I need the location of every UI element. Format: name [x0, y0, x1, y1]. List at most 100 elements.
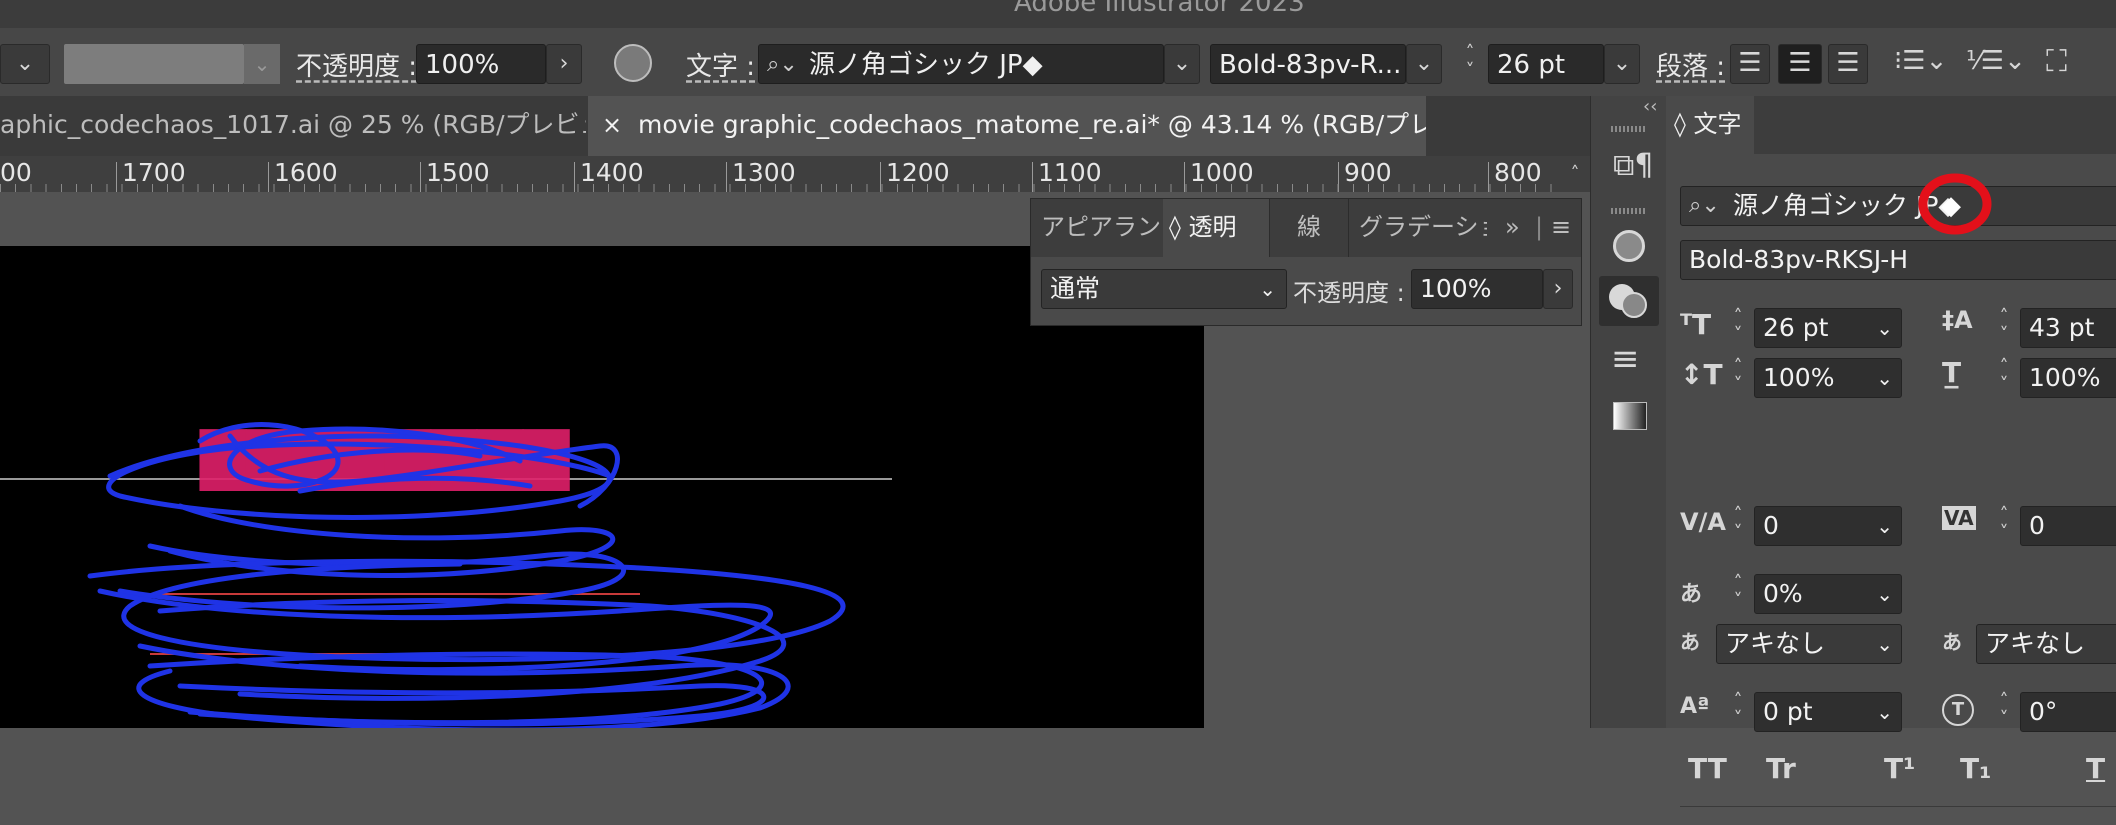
font-style-dropdown[interactable]: ⌄	[1406, 44, 1442, 84]
transparency-panel: アピアランス ◊ 透明 線 グラデーション » | ≡ 通常 ⌄ 不透明度 : …	[1030, 198, 1582, 326]
font-style-input[interactable]: Bold-83pv-R...	[1210, 44, 1406, 84]
kerning-stepper[interactable]: ˄ ˅	[1724, 506, 1752, 546]
drag-handle[interactable]	[1611, 126, 1647, 132]
recolor-icon[interactable]	[614, 44, 652, 82]
transparency-opacity-arrow[interactable]: ›	[1543, 269, 1573, 309]
font-family-input[interactable]: ⌕⌄ 源ノ角ゴシック JP◆	[758, 44, 1164, 84]
search-icon: ⌕⌄	[1689, 193, 1720, 218]
aki-left-select[interactable]: アキなし ⌄	[1716, 624, 1902, 664]
small-caps-button[interactable]: Tr	[1766, 752, 1796, 785]
ruler-label: 00	[0, 158, 32, 187]
appearance-panel-icon[interactable]	[1613, 230, 1645, 262]
subscript-button[interactable]: T₁	[1960, 752, 1991, 785]
ruler-label: 1700	[122, 158, 186, 187]
style-dropdown[interactable]: ⌄	[244, 44, 280, 84]
style-swatch[interactable]	[64, 44, 244, 84]
rotation-icon: T	[1942, 694, 1974, 726]
kerning-input[interactable]: 0 ⌄	[1754, 506, 1902, 546]
rotation-input[interactable]: 0°	[2020, 692, 2116, 732]
aki-right-select[interactable]: アキなし	[1976, 624, 2116, 664]
tracking-input[interactable]: 0	[2020, 506, 2116, 546]
tracking-icon: VA	[1942, 506, 1976, 530]
artboard[interactable]: ▇▇▇▇▇▇▇▇	[0, 246, 1204, 728]
character-label[interactable]: 文字 :	[686, 46, 755, 83]
vertical-scale-stepper[interactable]: ˄ ˅	[1724, 358, 1752, 398]
tab-gradient[interactable]: グラデーション	[1359, 199, 1487, 257]
ruler-label: 1500	[426, 158, 490, 187]
horizontal-scale-stepper[interactable]: ˄ ˅	[1990, 358, 2018, 398]
opacity-input[interactable]: 100%	[416, 44, 546, 84]
font-family-dropdown[interactable]: ⌄	[1164, 44, 1200, 84]
tab-document-1[interactable]: aphic_codechaos_1017.ai @ 25 % (RGB/プレビュ…	[0, 96, 586, 156]
baseline-shift-stepper[interactable]: ˄ ˅	[1724, 692, 1752, 732]
panel-font-style-input[interactable]: Bold-83pv-RKSJ-H	[1680, 240, 2116, 280]
gradient-panel-icon[interactable]	[1613, 402, 1647, 430]
leading-input[interactable]: 43 pt	[2020, 308, 2116, 348]
horizontal-scale-input[interactable]: 100%	[2020, 358, 2116, 398]
align-left-icon: ☰	[1738, 48, 1762, 78]
panel-font-family-input[interactable]: ⌕⌄ 源ノ角ゴシック JP◆	[1680, 186, 2116, 226]
tab-transparency[interactable]: ◊ 透明	[1163, 199, 1269, 257]
tsume-icon: あ	[1680, 582, 1703, 607]
superscript-button[interactable]: T¹	[1884, 752, 1915, 785]
align-center-button[interactable]: ☰	[1778, 44, 1822, 84]
panel-font-size-input[interactable]: 26 pt ⌄	[1754, 308, 1902, 348]
tab-document-2[interactable]: × movie graphic_codechaos_matome_re.ai* …	[588, 96, 1426, 156]
align-left-button[interactable]: ☰	[1730, 44, 1770, 84]
font-size-stepper[interactable]: ˄ ˅	[1724, 308, 1752, 348]
rotation-stepper[interactable]: ˄ ˅	[1990, 692, 2018, 732]
paragraph-panel-icon[interactable]: ⧉¶	[1613, 148, 1654, 183]
chevron-up-icon: ˄	[1570, 163, 1580, 184]
glyph-button[interactable]: ⛶	[2046, 44, 2067, 79]
chevron-down-icon: ⌄	[1172, 51, 1192, 76]
chevron-down-icon: ⌄	[1259, 277, 1276, 301]
stroke-panel-icon[interactable]: ≡	[1611, 342, 1640, 376]
all-caps-button[interactable]: TT	[1688, 752, 1727, 785]
tab-character[interactable]: ◊ 文字	[1666, 96, 1754, 154]
tracking-stepper[interactable]: ˄ ˅	[1990, 506, 2018, 546]
search-icon: ⌕⌄	[767, 52, 798, 77]
transparency-panel-icon[interactable]	[1599, 276, 1659, 326]
drag-handle[interactable]	[1611, 208, 1647, 214]
font-size-dropdown[interactable]: ⌄	[1604, 44, 1640, 84]
ruler-label: 1300	[732, 158, 796, 187]
ruler-label: 1000	[1190, 158, 1254, 187]
double-chevron-left-icon: ‹‹	[1643, 96, 1658, 117]
stroke-dropdown[interactable]: ⌄	[0, 44, 50, 84]
tab-appearance[interactable]: アピアランス	[1041, 199, 1161, 257]
leading-stepper[interactable]: ˄ ˅	[1990, 308, 2018, 348]
tab-stroke[interactable]: 線	[1269, 199, 1349, 257]
opacity-arrow-button[interactable]: ›	[546, 44, 582, 84]
opacity-label[interactable]: 不透明度 :	[296, 46, 417, 83]
font-size-stepper[interactable]: ˄ ˅	[1456, 44, 1484, 84]
ruler-scroll-button[interactable]: ˄	[1560, 156, 1590, 192]
close-tab-button[interactable]: ×	[602, 96, 622, 154]
tsume-stepper[interactable]: ˄ ˅	[1724, 574, 1752, 614]
panel-menu-button[interactable]: ≡	[1551, 199, 1575, 257]
panel-more-button[interactable]: »	[1505, 199, 1533, 257]
collapse-dock-button[interactable]: ‹‹	[1643, 96, 1657, 117]
chevron-down-icon: ⌄	[1876, 632, 1893, 656]
numbered-list-button[interactable]: ⅟☰⌄	[1966, 46, 2026, 76]
font-size-input[interactable]: 26 pt	[1488, 44, 1604, 84]
tsume-input[interactable]: 0% ⌄	[1754, 574, 1902, 614]
paragraph-label[interactable]: 段落 :	[1656, 46, 1725, 83]
chevron-down-icon: ⌄	[1876, 514, 1893, 538]
align-right-button[interactable]: ☰	[1828, 44, 1868, 84]
aki-left-icon: あ	[1680, 630, 1700, 654]
character-panel: ◊ 文字 ⌕⌄ 源ノ角ゴシック JP◆ Bold-83pv-RKSJ-H ᵀT …	[1666, 96, 2116, 807]
baseline-shift-input[interactable]: 0 pt ⌄	[1754, 692, 1902, 732]
bullet-list-button[interactable]: ⁝☰⌄	[1894, 46, 1947, 76]
window-title: Adobe Illustrator 2023	[1014, 0, 1305, 18]
panel-divider: |	[1535, 213, 1544, 241]
horizontal-ruler[interactable]: 00 1700 1600 1500 1400 1300 1200 1100 10…	[0, 156, 1560, 193]
blend-mode-select[interactable]: 通常 ⌄	[1041, 269, 1287, 309]
chevron-down-icon: ⌄	[253, 52, 271, 76]
chevron-down-icon: ⌄	[1876, 700, 1893, 724]
underline-button[interactable]: T	[2086, 752, 2105, 785]
vertical-scale-input[interactable]: 100% ⌄	[1754, 358, 1902, 398]
panel-dock-strip: ‹‹ ⧉¶ ≡	[1590, 96, 1668, 728]
transparency-panel-tabs: アピアランス ◊ 透明 線 グラデーション » | ≡	[1031, 199, 1581, 257]
svg-text:◆: ◆	[1941, 191, 1961, 221]
transparency-opacity-input[interactable]: 100%	[1411, 269, 1543, 309]
